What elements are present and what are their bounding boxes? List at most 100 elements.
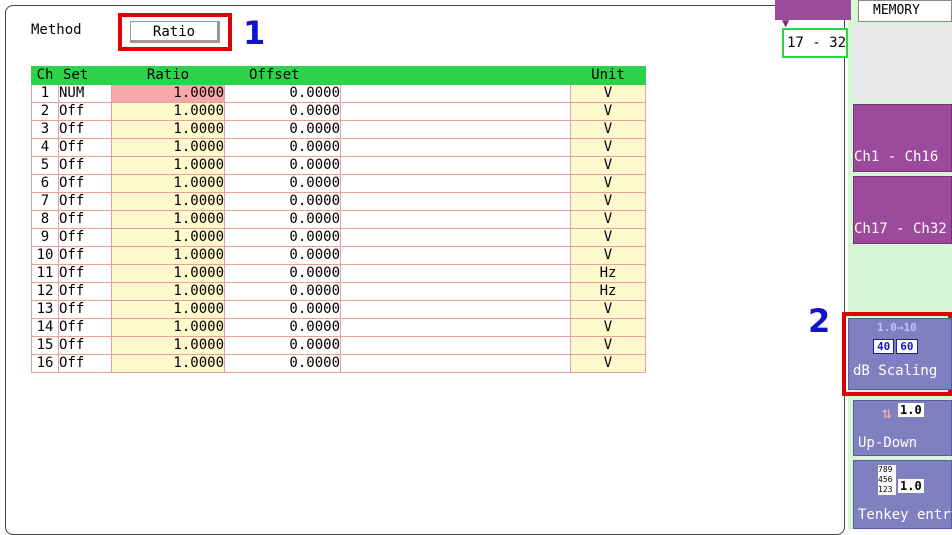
- offset-cell[interactable]: 0.0000: [224, 282, 341, 301]
- ratio-cell[interactable]: 1.0000: [111, 120, 225, 139]
- blank-cell: [340, 192, 571, 211]
- ch17-ch32-button[interactable]: Ch17 - Ch32: [853, 176, 952, 244]
- ratio-cell[interactable]: 1.0000: [111, 84, 225, 103]
- db-scale-icon: 1.0→10: [877, 321, 917, 334]
- ratio-cell[interactable]: 1.0000: [111, 318, 225, 337]
- table-row: 10 Off 1.0000 0.0000 V: [31, 246, 646, 265]
- set-cell[interactable]: Off: [58, 138, 112, 157]
- blank-cell: [340, 210, 571, 229]
- offset-cell[interactable]: 0.0000: [224, 102, 341, 121]
- unit-cell[interactable]: V: [570, 138, 646, 157]
- ratio-cell[interactable]: 1.0000: [111, 354, 225, 373]
- blank-cell: [340, 336, 571, 355]
- offset-cell[interactable]: 0.0000: [224, 300, 341, 319]
- ratio-cell[interactable]: 1.0000: [111, 300, 225, 319]
- memory-tab[interactable]: MEMORY: [858, 0, 952, 22]
- set-cell[interactable]: Off: [58, 300, 112, 319]
- unit-cell[interactable]: V: [570, 192, 646, 211]
- ratio-cell[interactable]: 1.0000: [111, 282, 225, 301]
- unit-cell[interactable]: V: [570, 228, 646, 247]
- table-row: 12 Off 1.0000 0.0000 Hz: [31, 282, 646, 301]
- channel-cell: 16: [31, 354, 59, 373]
- unit-cell[interactable]: Hz: [570, 264, 646, 283]
- ratio-cell[interactable]: 1.0000: [111, 246, 225, 265]
- set-cell[interactable]: Off: [58, 156, 112, 175]
- col-header-set: Set: [58, 66, 112, 85]
- set-cell[interactable]: Off: [58, 120, 112, 139]
- offset-cell[interactable]: 0.0000: [224, 138, 341, 157]
- ratio-cell[interactable]: 1.0000: [111, 138, 225, 157]
- offset-cell[interactable]: 0.0000: [224, 84, 341, 103]
- tenkey-entry-button[interactable]: 789 456 123 1.0 Tenkey entry: [853, 460, 952, 529]
- offset-cell[interactable]: 0.0000: [224, 264, 341, 283]
- scaling-table: Ch Set Ratio Offset Unit 1 NUM 1.0000 0.000…: [31, 66, 646, 373]
- table-row: 5 Off 1.0000 0.0000 V: [31, 156, 646, 175]
- offset-cell[interactable]: 0.0000: [224, 354, 341, 373]
- unit-cell[interactable]: V: [570, 120, 646, 139]
- table-row: 14 Off 1.0000 0.0000 V: [31, 318, 646, 337]
- set-cell[interactable]: Off: [58, 192, 112, 211]
- channel-cell: 15: [31, 336, 59, 355]
- set-cell[interactable]: Off: [58, 210, 112, 229]
- channel-range-tab[interactable]: 17 - 32: [782, 28, 848, 58]
- unit-cell[interactable]: V: [570, 156, 646, 175]
- channel-cell: 2: [31, 102, 59, 121]
- ratio-cell[interactable]: 1.0000: [111, 102, 225, 121]
- set-cell[interactable]: NUM: [58, 84, 112, 103]
- offset-cell[interactable]: 0.0000: [224, 174, 341, 193]
- channel-cell: 7: [31, 192, 59, 211]
- table-row: 3 Off 1.0000 0.0000 V: [31, 120, 646, 139]
- db-scale-icon-values: 40 60: [873, 339, 918, 354]
- unit-cell[interactable]: V: [570, 210, 646, 229]
- offset-cell[interactable]: 0.0000: [224, 192, 341, 211]
- unit-cell[interactable]: V: [570, 300, 646, 319]
- unit-cell[interactable]: V: [570, 84, 646, 103]
- ratio-cell[interactable]: 1.0000: [111, 192, 225, 211]
- channel-cell: 8: [31, 210, 59, 229]
- ratio-cell[interactable]: 1.0000: [111, 228, 225, 247]
- set-cell[interactable]: Off: [58, 264, 112, 283]
- ratio-cell[interactable]: 1.0000: [111, 210, 225, 229]
- set-cell[interactable]: Off: [58, 282, 112, 301]
- unit-cell[interactable]: V: [570, 318, 646, 337]
- offset-cell[interactable]: 0.0000: [224, 210, 341, 229]
- channel-cell: 10: [31, 246, 59, 265]
- channel-cell: 4: [31, 138, 59, 157]
- offset-cell[interactable]: 0.0000: [224, 318, 341, 337]
- keypad-icon: 789 456 123: [878, 465, 896, 495]
- unit-cell[interactable]: V: [570, 102, 646, 121]
- blank-cell: [340, 282, 571, 301]
- set-cell[interactable]: Off: [58, 336, 112, 355]
- unit-cell[interactable]: V: [570, 246, 646, 265]
- db-scaling-button[interactable]: 1.0→10 40 60 dB Scaling: [848, 318, 952, 390]
- channel-cell: 5: [31, 156, 59, 175]
- ratio-cell[interactable]: 1.0000: [111, 156, 225, 175]
- set-cell[interactable]: Off: [58, 228, 112, 247]
- set-cell[interactable]: Off: [58, 246, 112, 265]
- unit-cell[interactable]: V: [570, 336, 646, 355]
- table-row: 1 NUM 1.0000 0.0000 V: [31, 84, 646, 103]
- ratio-cell[interactable]: 1.0000: [111, 264, 225, 283]
- up-down-button[interactable]: ⇅ 1.0 Up-Down: [853, 400, 952, 456]
- table-row: 15 Off 1.0000 0.0000 V: [31, 336, 646, 355]
- offset-cell[interactable]: 0.0000: [224, 228, 341, 247]
- offset-cell[interactable]: 0.0000: [224, 120, 341, 139]
- offset-cell[interactable]: 0.0000: [224, 246, 341, 265]
- col-header-offset: Offset: [224, 66, 341, 85]
- unit-cell[interactable]: V: [570, 354, 646, 373]
- set-cell[interactable]: Off: [58, 174, 112, 193]
- offset-cell[interactable]: 0.0000: [224, 336, 341, 355]
- unit-cell[interactable]: V: [570, 174, 646, 193]
- method-select[interactable]: Ratio: [130, 21, 220, 43]
- channel-cell: 11: [31, 264, 59, 283]
- ratio-cell[interactable]: 1.0000: [111, 174, 225, 193]
- ch1-ch16-button[interactable]: Ch1 - Ch16: [853, 104, 952, 172]
- col-header-unit: Unit: [570, 66, 646, 85]
- unit-cell[interactable]: Hz: [570, 282, 646, 301]
- tenkey-value-icon: 1.0: [898, 479, 924, 493]
- set-cell[interactable]: Off: [58, 354, 112, 373]
- set-cell[interactable]: Off: [58, 102, 112, 121]
- set-cell[interactable]: Off: [58, 318, 112, 337]
- offset-cell[interactable]: 0.0000: [224, 156, 341, 175]
- ratio-cell[interactable]: 1.0000: [111, 336, 225, 355]
